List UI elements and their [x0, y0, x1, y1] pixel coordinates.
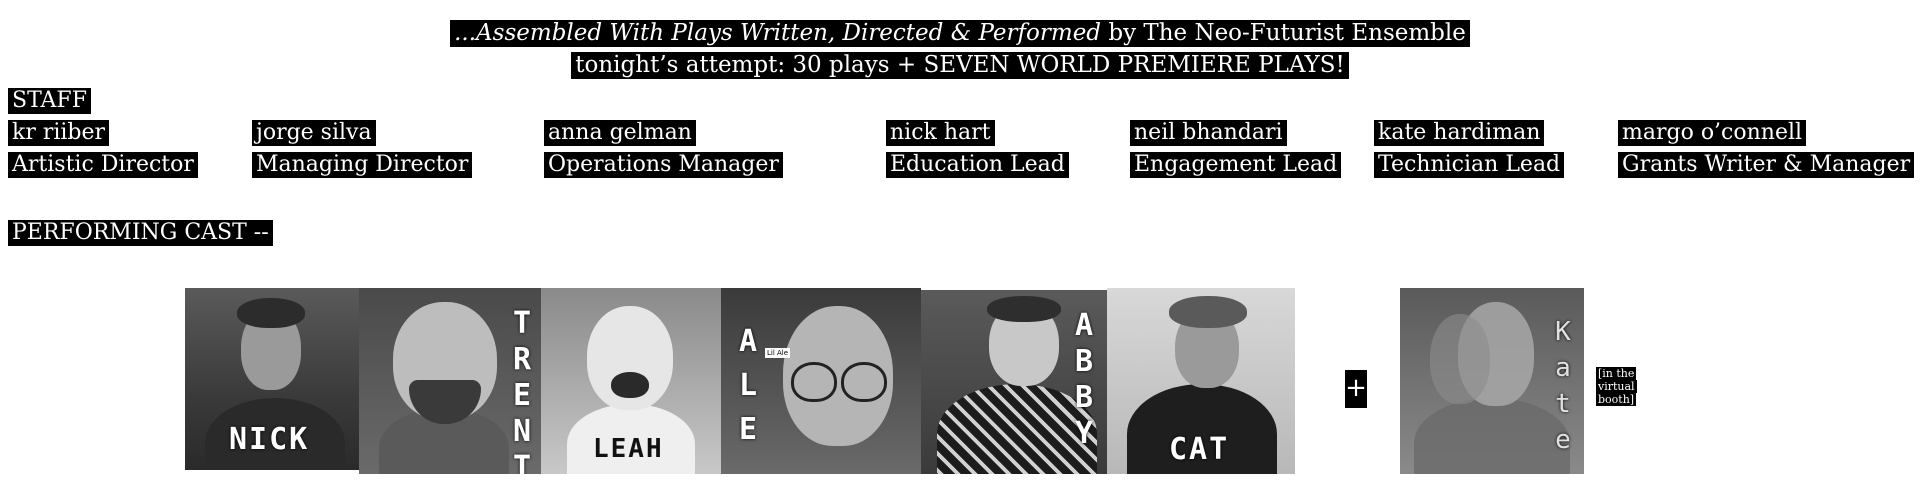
- staff-role: Technician Lead: [1374, 152, 1565, 179]
- header-line-2: tonight’s attempt: 30 plays + SEVEN WORL…: [0, 52, 1920, 80]
- cast-name: Kate: [1555, 317, 1571, 455]
- cast-name: LEAH: [593, 434, 664, 464]
- cast-heading: PERFORMING CAST --: [8, 220, 273, 247]
- staff-member: nick hart Education Lead: [886, 120, 1069, 184]
- staff-name: margo o’connell: [1618, 120, 1807, 147]
- staff-name: anna gelman: [544, 120, 696, 147]
- cast-tag: Lil Ale: [765, 348, 791, 358]
- cast-photo-nick: NICK: [185, 288, 359, 470]
- cast-name: ABBY: [1074, 308, 1094, 451]
- cast-photo-trent: TRENT: [359, 288, 541, 474]
- cast-photo-leah: LEAH: [541, 288, 721, 474]
- virtual-booth-note: [in the virtual booth]: [1596, 367, 1637, 406]
- header-ensemble-rest: by The Neo-Futurist Ensemble: [1101, 20, 1466, 46]
- staff-member: neil bhandari Engagement Lead: [1130, 120, 1342, 184]
- staff-name: nick hart: [886, 120, 995, 147]
- cast-name: ALE: [738, 324, 758, 447]
- cast-photo-ale: ALE Lil Ale: [721, 288, 921, 474]
- header-line-1: ...Assembled With Plays Written, Directe…: [0, 20, 1920, 48]
- staff-role: Grants Writer & Manager: [1618, 152, 1915, 179]
- staff-member: kr riiber Artistic Director: [8, 120, 198, 184]
- staff-member: anna gelman Operations Manager: [544, 120, 783, 184]
- cast-photo-cat: CAT: [1107, 288, 1295, 474]
- staff-name: neil bhandari: [1130, 120, 1287, 147]
- staff-role: Managing Director: [252, 152, 473, 179]
- cast-name: TRENT: [512, 306, 532, 474]
- staff-heading: STAFF: [8, 88, 91, 115]
- staff-name: kr riiber: [8, 120, 110, 147]
- cast-photo-abby: ABBY: [921, 290, 1107, 474]
- header: ...Assembled With Plays Written, Directe…: [0, 20, 1920, 84]
- staff-role: Education Lead: [886, 152, 1069, 179]
- header-attempt-text: tonight’s attempt: 30 plays + SEVEN WORL…: [571, 52, 1349, 80]
- staff-name: jorge silva: [252, 120, 376, 147]
- staff-name: kate hardiman: [1374, 120, 1545, 147]
- cast-name: NICK: [229, 422, 310, 457]
- staff-role: Operations Manager: [544, 152, 783, 179]
- staff-member: kate hardiman Technician Lead: [1374, 120, 1565, 184]
- staff-role: Artistic Director: [8, 152, 198, 179]
- plus-badge: +: [1345, 370, 1367, 408]
- cast-name: CAT: [1169, 432, 1230, 467]
- staff-member: jorge silva Managing Director: [252, 120, 473, 184]
- cast-photo-kate: Kate: [1400, 288, 1584, 474]
- staff-role: Engagement Lead: [1130, 152, 1342, 179]
- header-ensemble-italic: ...Assembled With Plays Written, Directe…: [454, 20, 1102, 46]
- staff-member: margo o’connell Grants Writer & Manager: [1618, 120, 1915, 184]
